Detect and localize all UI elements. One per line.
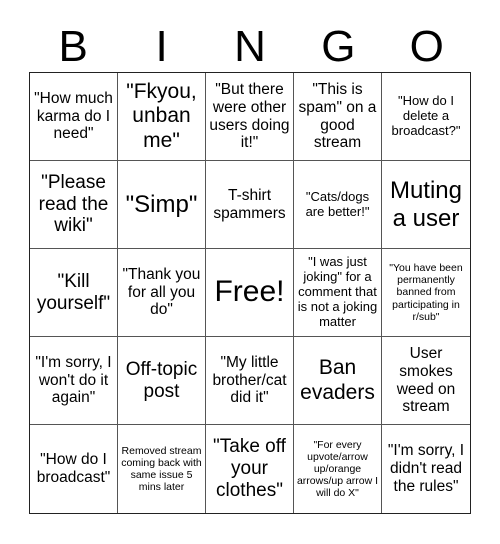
header-letter-b: B xyxy=(58,22,88,71)
header-letter-n: N xyxy=(234,22,266,71)
bingo-cell[interactable]: User smokes weed on stream xyxy=(382,337,470,425)
bingo-cell[interactable]: "Kill yourself" xyxy=(30,249,118,337)
bingo-cell[interactable]: "Thank you for all you do" xyxy=(118,249,206,337)
bingo-cell[interactable]: "You have been permanently banned from p… xyxy=(382,249,470,337)
bingo-cell[interactable]: "Take off your clothes" xyxy=(206,425,294,513)
bingo-cell[interactable]: Ban evaders xyxy=(294,337,382,425)
bingo-cell[interactable]: T-shirt spammers xyxy=(206,161,294,249)
bingo-cell[interactable]: "How do I broadcast" xyxy=(30,425,118,513)
header-letter-i: I xyxy=(155,22,168,71)
bingo-cell[interactable]: "How much karma do I need" xyxy=(30,73,118,161)
bingo-cell[interactable]: "For every upvote/arrow up/orange arrows… xyxy=(294,425,382,513)
bingo-grid: "How much karma do I need" "Fkyou, unban… xyxy=(29,72,471,514)
bingo-cell[interactable]: "How do I delete a broadcast?" xyxy=(382,73,470,161)
bingo-cell[interactable]: "Fkyou, unban me" xyxy=(118,73,206,161)
bingo-cell[interactable]: "I was just joking" for a comment that i… xyxy=(294,249,382,337)
bingo-header: B I N G O xyxy=(29,22,471,72)
bingo-cell[interactable]: "Cats/dogs are better!" xyxy=(294,161,382,249)
bingo-cell[interactable]: Muting a user xyxy=(382,161,470,249)
bingo-cell[interactable]: "But there were other users doing it!" xyxy=(206,73,294,161)
header-letter-g: G xyxy=(321,22,356,71)
bingo-cell[interactable]: "I'm sorry, I won't do it again" xyxy=(30,337,118,425)
bingo-cell[interactable]: "Please read the wiki" xyxy=(30,161,118,249)
bingo-cell[interactable]: "I'm sorry, I didn't read the rules" xyxy=(382,425,470,513)
bingo-cell[interactable]: Removed stream coming back with same iss… xyxy=(118,425,206,513)
bingo-cell[interactable]: "My little brother/cat did it" xyxy=(206,337,294,425)
free-cell[interactable]: Free! xyxy=(206,249,294,337)
bingo-cell[interactable]: Off-topic post xyxy=(118,337,206,425)
header-letter-o: O xyxy=(409,22,444,71)
bingo-cell[interactable]: "Simp" xyxy=(118,161,206,249)
bingo-cell[interactable]: "This is spam" on a good stream xyxy=(294,73,382,161)
